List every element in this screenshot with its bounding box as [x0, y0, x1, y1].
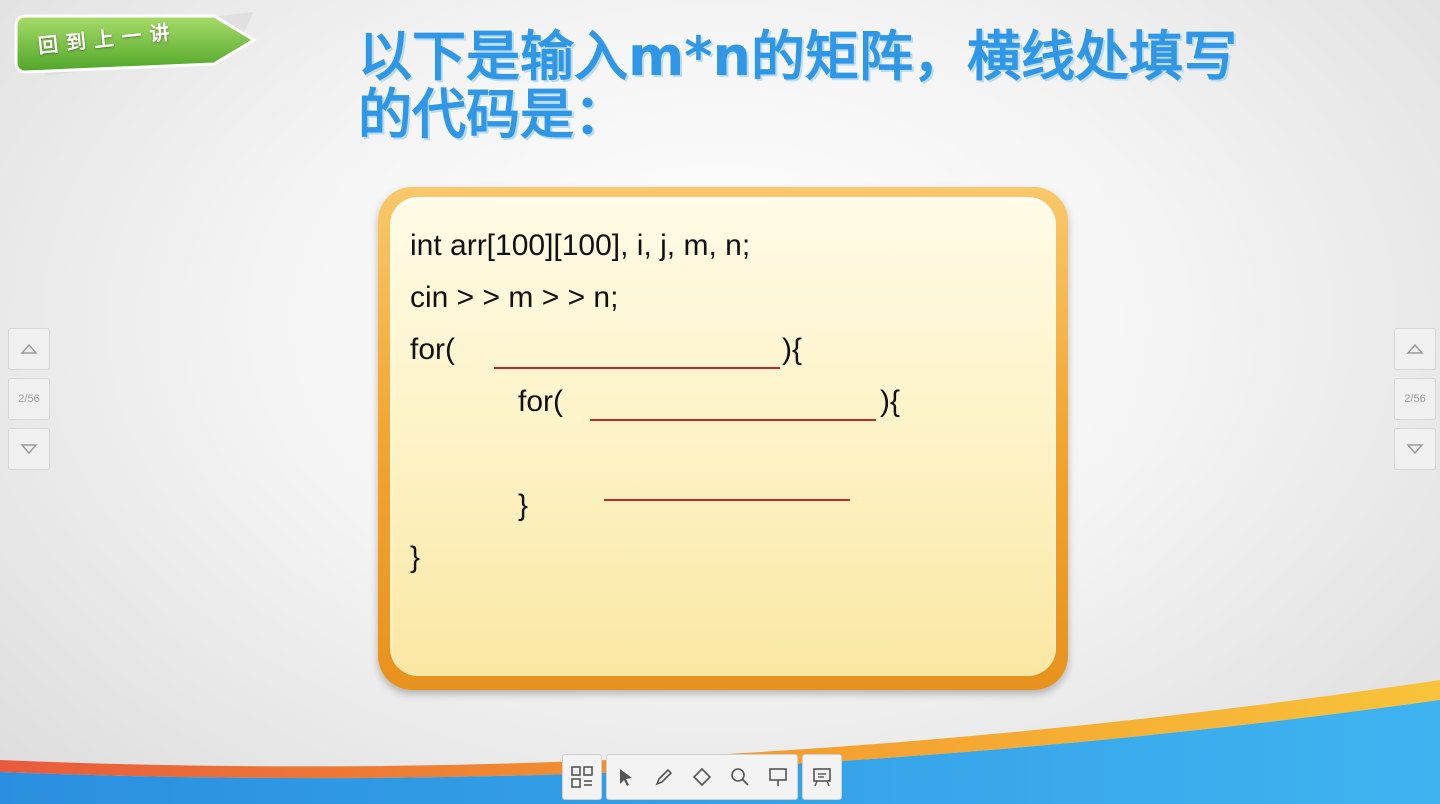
previous-page-button[interactable] [8, 328, 50, 370]
pen-icon [655, 768, 673, 786]
next-page-button[interactable] [8, 428, 50, 470]
presentation-icon [769, 768, 787, 786]
pointer-button[interactable] [607, 755, 645, 799]
blackboard-button[interactable] [803, 755, 841, 799]
bottom-toolbar [562, 754, 842, 800]
thumbnails-icon [571, 766, 593, 788]
eraser-icon [692, 767, 712, 787]
presentation-button[interactable] [759, 755, 797, 799]
zoom-button[interactable] [721, 755, 759, 799]
code-line-4-prefix: for( [518, 385, 563, 418]
toolbar-group-board [802, 754, 842, 800]
zoom-icon [731, 768, 749, 786]
right-pager: 2/56 [1394, 328, 1438, 478]
triangle-up-icon [1406, 343, 1424, 354]
back-to-previous-lecture-button[interactable]: 回到上一讲 [14, 12, 264, 76]
left-pager: 2/56 [8, 328, 52, 478]
code-panel: int arr[100][100], i, j, m, n; cin > > m… [390, 197, 1056, 676]
toolbar-group-thumbnails [562, 754, 602, 800]
code-line-3-prefix: for( [410, 333, 455, 366]
question-title: 以下是输入m*n的矩阵，横线处填写的代码是： [358, 25, 1237, 146]
next-page-button[interactable] [1394, 428, 1436, 470]
triangle-down-icon [1406, 444, 1424, 455]
code-line-4-suffix: ){ [880, 385, 901, 418]
pointer-icon [620, 769, 632, 786]
triangle-down-icon [20, 444, 38, 455]
blank-line-1 [494, 367, 780, 369]
thumbnails-button[interactable] [563, 755, 601, 799]
eraser-button[interactable] [683, 755, 721, 799]
code-line-5: } [518, 489, 529, 522]
slide: 回到上一讲 以下是输入m*n的矩阵，横线处填写的代码是： int arr[100… [0, 0, 1440, 804]
code-line-3-suffix: ){ [782, 333, 803, 366]
page-indicator: 2/56 [1394, 378, 1436, 420]
blank-line-3 [604, 499, 850, 501]
previous-page-button[interactable] [1394, 328, 1436, 370]
triangle-up-icon [20, 343, 38, 354]
code-line-2: cin > > m > > n; [410, 281, 619, 314]
code-panel-frame: int arr[100][100], i, j, m, n; cin > > m… [378, 187, 1068, 690]
page-indicator: 2/56 [8, 378, 50, 420]
blackboard-icon [813, 768, 831, 787]
blank-line-2 [590, 419, 876, 421]
pen-button[interactable] [645, 755, 683, 799]
code-line-6: } [410, 541, 421, 574]
toolbar-group-tools [606, 754, 798, 800]
code-line-1: int arr[100][100], i, j, m, n; [410, 229, 751, 262]
